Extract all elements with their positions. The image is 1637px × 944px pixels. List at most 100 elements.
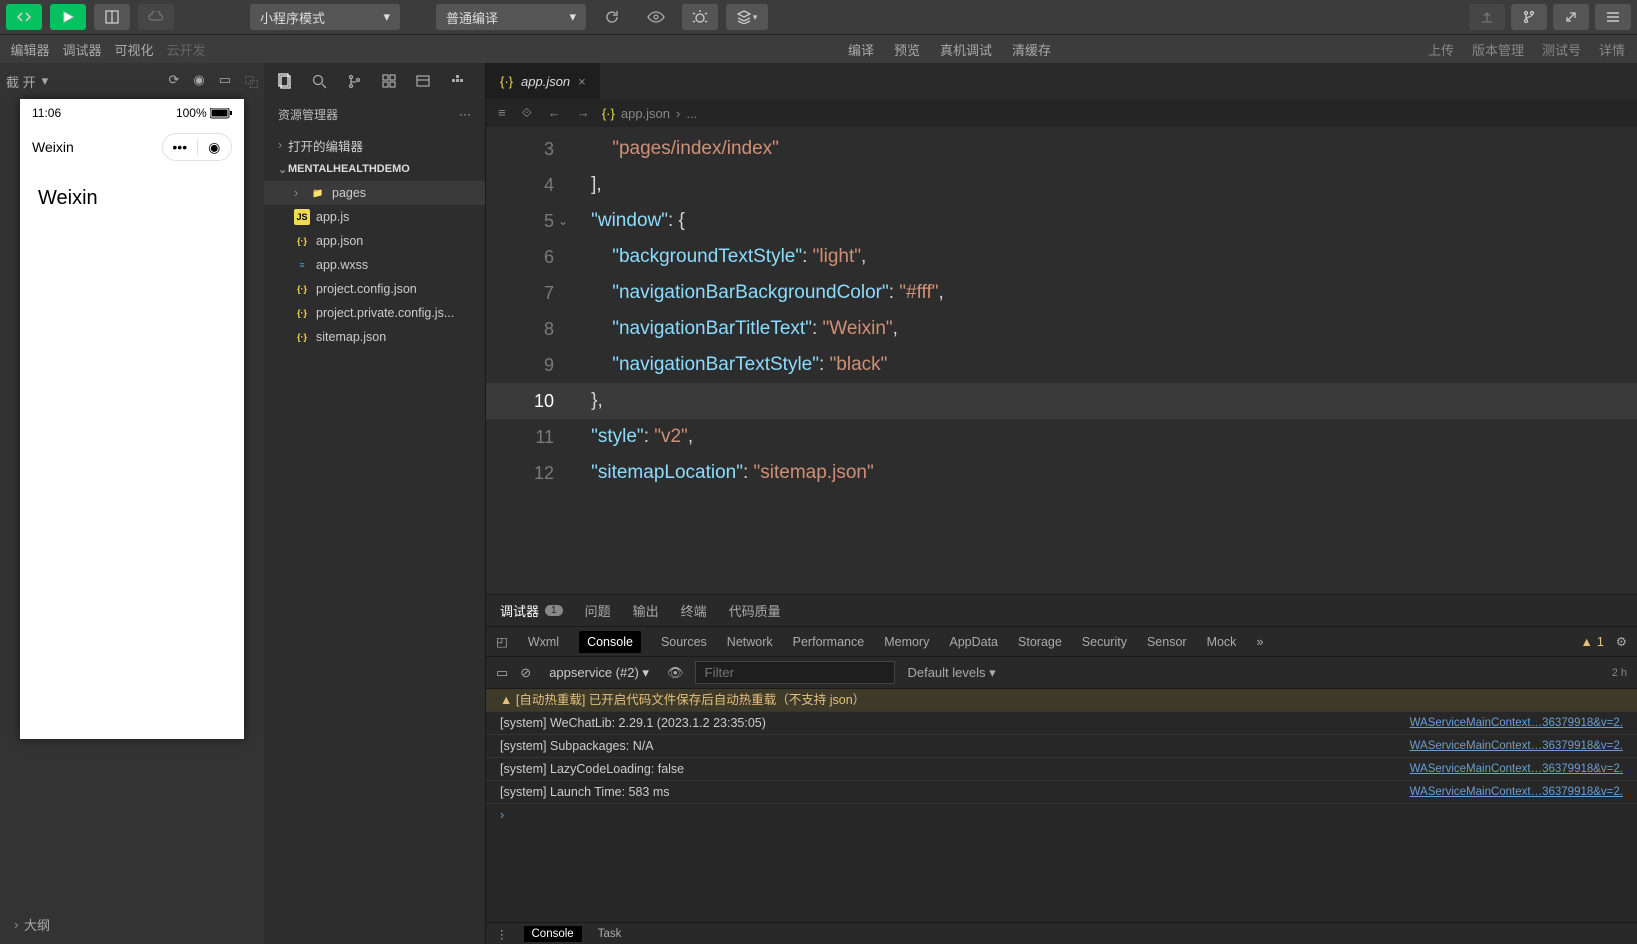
database-icon[interactable] — [416, 74, 430, 88]
file-sitemap[interactable]: {·} sitemap.json — [264, 325, 485, 349]
source-link[interactable]: WAServiceMainContext…36379918&v=2. — [1410, 783, 1623, 801]
forward-icon[interactable]: → — [577, 105, 590, 121]
devtab-storage[interactable]: Storage — [1018, 635, 1062, 649]
json-icon: {·} — [500, 74, 513, 89]
capsule-close[interactable]: ◉ — [198, 139, 232, 156]
files-icon[interactable] — [276, 73, 292, 89]
fold-icon[interactable]: ⌄ — [558, 203, 568, 239]
git-icon[interactable] — [347, 74, 362, 89]
levels-select[interactable]: Default levels ▾ — [907, 665, 995, 681]
dbg-tab-problems[interactable]: 问题 — [585, 601, 611, 620]
opened-editors-section[interactable]: › 打开的编辑器 — [264, 133, 485, 157]
tab-debugger[interactable]: 调试器 — [60, 40, 104, 59]
menu-button[interactable] — [1595, 4, 1631, 30]
search-icon[interactable] — [312, 74, 327, 89]
more-icon[interactable]: ··· — [459, 107, 471, 121]
code-editor[interactable]: 3 4 5⌄ 6 7 8 9 10 11 12 "pages/index/ind… — [486, 127, 1637, 594]
json-icon: {·} — [602, 106, 615, 121]
tab-editor[interactable]: 编辑器 — [8, 40, 52, 59]
branch-button[interactable] — [1511, 4, 1547, 30]
clear-console-icon[interactable]: ⊘ — [520, 665, 531, 681]
warning-icon: ▲ — [1580, 635, 1592, 649]
folder-pages[interactable]: › 📁 pages — [264, 181, 485, 205]
file-app-js[interactable]: JS app.js — [264, 205, 485, 229]
gear-icon[interactable]: ⚙ — [1616, 634, 1627, 649]
outline-section[interactable]: › 大纲 — [0, 904, 264, 944]
context-select[interactable]: appservice (#2) ▾ — [543, 663, 655, 683]
filter-input[interactable] — [695, 661, 895, 684]
debug-button[interactable] — [682, 4, 718, 30]
back-icon[interactable]: ← — [548, 105, 561, 121]
bookmark-icon[interactable]: ⟐ — [522, 105, 532, 121]
docker-icon[interactable] — [450, 74, 466, 88]
sim-condense-label[interactable]: 截 开 — [6, 72, 36, 91]
code-body[interactable]: "pages/index/index" ], "window": { "back… — [570, 127, 1637, 594]
devtab-console[interactable]: Console — [579, 631, 641, 653]
capsule-menu[interactable]: ••• — [163, 139, 197, 155]
file-app-json[interactable]: {·} app.json — [264, 229, 485, 253]
tab-visual[interactable]: 可视化 — [112, 40, 156, 59]
devtab-sensor[interactable]: Sensor — [1147, 635, 1187, 649]
dbg-tab-output[interactable]: 输出 — [633, 601, 659, 620]
file-project-private-config[interactable]: {·} project.private.config.js... — [264, 301, 485, 325]
inspect-icon[interactable]: ◰ — [496, 634, 508, 649]
upload-button[interactable] — [1469, 4, 1505, 30]
editor-tabs: {·} app.json × — [486, 63, 1637, 99]
console-prompt[interactable]: › — [486, 804, 1637, 826]
explorer-panel: 资源管理器 ··· › 打开的编辑器 ⌄ MENTALHEALTHDEMO › … — [264, 63, 486, 944]
play-button[interactable] — [50, 4, 86, 30]
simulator-panel: 截 开 ▾ ⟳ ◉ ▭ ⿻ 11:06 100% Weixin ••• ◉ — [0, 63, 264, 944]
refresh-icon[interactable]: ⟳ — [168, 72, 179, 91]
lbl-compile: 编译 — [848, 40, 874, 59]
refresh-button[interactable] — [594, 4, 630, 30]
editor-tab-appjson[interactable]: {·} app.json × — [486, 63, 600, 99]
source-link[interactable]: WAServiceMainContext…36379918&v=2. — [1410, 737, 1623, 755]
file-app-wxss[interactable]: ≡ app.wxss — [264, 253, 485, 277]
live-expr-icon[interactable]: 👁 — [667, 665, 684, 681]
layout-button[interactable] — [94, 4, 130, 30]
dbg-tab-debugger[interactable]: 调试器1 — [500, 601, 563, 620]
devtab-performance[interactable]: Performance — [793, 635, 865, 649]
devtab-network[interactable]: Network — [727, 635, 773, 649]
share-button[interactable] — [1553, 4, 1589, 30]
tab-cloud[interactable]: 云开发 — [164, 40, 208, 59]
devtab-wxml[interactable]: Wxml — [528, 635, 559, 649]
close-icon[interactable]: × — [578, 74, 586, 89]
compile-dropdown[interactable]: 普通编译 ▾ — [436, 4, 586, 30]
dbg-tab-terminal[interactable]: 终端 — [681, 601, 707, 620]
more-tabs-icon[interactable]: » — [1256, 635, 1263, 649]
devtab-mock[interactable]: Mock — [1207, 635, 1237, 649]
footer-task[interactable]: Task — [598, 928, 622, 940]
project-folder[interactable]: ⌄ MENTALHEALTHDEMO — [264, 157, 485, 181]
code-button[interactable] — [6, 4, 42, 30]
chevron-down-icon: ▾ — [383, 9, 390, 25]
source-link[interactable]: WAServiceMainContext…36379918&v=2. — [1410, 760, 1623, 778]
console-log-line: [system] Subpackages: N/A WAServiceMainC… — [486, 735, 1637, 758]
file-project-config[interactable]: {·} project.config.json — [264, 277, 485, 301]
layers-button[interactable]: ▾ — [726, 4, 768, 30]
devtab-memory[interactable]: Memory — [884, 635, 929, 649]
footer-console[interactable]: Console — [524, 926, 582, 942]
source-link[interactable]: WAServiceMainContext…36379918&v=2. — [1410, 714, 1623, 732]
console-output[interactable]: ▲ [自动热重载] 已开启代码文件保存后自动热重载（不支持 json） [sys… — [486, 689, 1637, 922]
copy-icon[interactable]: ⿻ — [245, 72, 258, 91]
sim-battery: 100% — [176, 106, 232, 120]
record-icon[interactable]: ◉ — [193, 72, 204, 91]
footer-more-icon[interactable]: ⋮ — [496, 927, 508, 941]
devtab-security[interactable]: Security — [1082, 635, 1127, 649]
phone-icon[interactable]: ▭ — [219, 72, 231, 91]
breadcrumb-tail[interactable]: ... — [686, 106, 697, 121]
json-icon: {·} — [294, 329, 310, 345]
sidebar-toggle-icon[interactable]: ▭ — [496, 665, 508, 681]
eye-button[interactable] — [638, 4, 674, 30]
devtab-sources[interactable]: Sources — [661, 635, 707, 649]
mode-dropdown[interactable]: 小程序模式 ▾ — [250, 4, 400, 30]
dbg-tab-quality[interactable]: 代码质量 — [729, 601, 781, 620]
list-icon[interactable]: ≡ — [498, 105, 506, 121]
devtab-appdata[interactable]: AppData — [949, 635, 998, 649]
breadcrumb-file[interactable]: app.json — [621, 106, 670, 121]
extensions-icon[interactable] — [382, 74, 396, 88]
cloud-button[interactable] — [138, 4, 174, 30]
folder-icon: 📁 — [310, 185, 326, 201]
lbl-preview: 预览 — [894, 40, 920, 59]
